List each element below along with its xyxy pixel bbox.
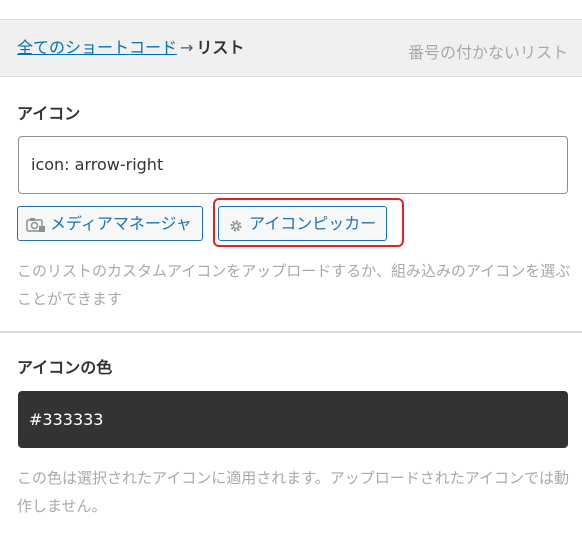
all-shortcodes-link[interactable]: 全てのショートコード bbox=[17, 38, 177, 57]
icon-help-text: このリストのカスタムアイコンをアップロードするか、組み込みのアイコンを選ぶことが… bbox=[17, 262, 571, 308]
media-manager-label: メディアマネージャ bbox=[50, 214, 192, 233]
icon-color-field[interactable]: #333333 bbox=[18, 391, 568, 448]
icon-color-label: アイコンの色 bbox=[17, 358, 113, 377]
breadcrumb: 全てのショートコード → リスト bbox=[17, 38, 244, 58]
highlight-box bbox=[213, 198, 404, 247]
icon-input[interactable]: icon: arrow-right bbox=[18, 136, 568, 194]
camera-icon bbox=[26, 217, 45, 232]
color-help-text: この色は選択されたアイコンに適用されます。アップロードされたアイコンでは動作しま… bbox=[17, 469, 570, 515]
section-divider bbox=[0, 331, 582, 333]
media-manager-button[interactable]: メディアマネージャ bbox=[17, 206, 203, 241]
breadcrumb-arrow: → bbox=[180, 38, 194, 57]
icon-label: アイコン bbox=[17, 104, 81, 123]
header-subtitle: 番号の付かないリスト bbox=[407, 43, 568, 62]
header-bar: 全てのショートコード → リスト 番号の付かないリスト bbox=[0, 19, 582, 77]
breadcrumb-current: リスト bbox=[196, 38, 245, 57]
